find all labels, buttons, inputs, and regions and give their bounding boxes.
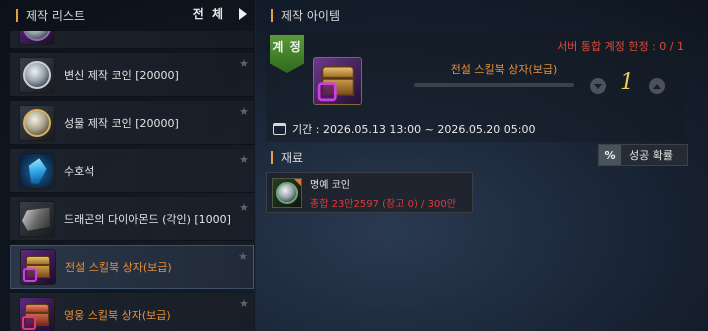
item-chest-icon[interactable]	[313, 57, 362, 105]
title-accent-bar	[16, 9, 18, 22]
materials-title: 재료	[271, 149, 303, 166]
quantity-value: 1	[620, 70, 634, 95]
coin-icon	[19, 56, 55, 93]
favorite-star-icon[interactable]: ★	[238, 250, 248, 263]
gold-coin-icon	[19, 104, 55, 141]
list-item-label: 성물 제작 코인 [20000]	[64, 116, 179, 130]
percent-icon: %	[599, 145, 621, 165]
filter-all-button[interactable]: 전 체	[193, 5, 247, 22]
list-item[interactable]: 변신 제작 코인 [20000] ★	[10, 53, 254, 97]
chevron-down-icon	[594, 83, 602, 89]
list-item-label: 변신 제작 코인 [20000]	[64, 68, 179, 82]
calendar-icon	[273, 123, 286, 135]
blue-gem-icon	[19, 152, 55, 189]
favorite-star-icon[interactable]: ★	[239, 153, 249, 166]
item-name-underline	[414, 83, 574, 87]
list-item-label: 전설 스킬북 상자(보급)	[65, 261, 172, 274]
chest-icon	[19, 296, 55, 331]
honor-coin-icon	[272, 177, 302, 208]
favorite-star-icon[interactable]: ★	[239, 201, 249, 214]
favorite-star-icon[interactable]: ★	[239, 297, 249, 310]
corner-badge-icon	[294, 178, 301, 186]
craft-list[interactable]: 변신 제작 코인 [20000] ★ 성물 제작 코인 [20000] ★ 수호…	[10, 31, 254, 331]
server-limit-text: 서버 통합 계정 한정 : 0 / 1	[557, 40, 684, 53]
list-item-label: 드래곤의 다이아몬드 (각인) [1000]	[64, 212, 231, 226]
favorite-star-icon[interactable]: ★	[239, 57, 249, 70]
list-item[interactable]: 수호석 ★	[10, 149, 254, 193]
craft-item-title-text: 제작 아이템	[281, 9, 341, 23]
favorite-star-icon[interactable]: ★	[239, 105, 249, 118]
material-count: 총합 23만2597 (창고 0) / 300만	[310, 198, 456, 210]
title-accent-bar	[271, 9, 273, 22]
success-rate-button[interactable]: % 성공 확률	[598, 144, 688, 166]
item-name: 전설 스킬북 상자(보급)	[450, 63, 558, 76]
craft-list-panel: 제작 리스트 전 체 변신 제작 코인 [20000] ★ 성물 제작 코인 […	[0, 0, 256, 331]
list-item-selected[interactable]: 전설 스킬북 상자(보급) ★	[10, 245, 254, 289]
list-item[interactable]	[10, 31, 254, 49]
material-name: 명예 코인	[310, 179, 350, 191]
materials-title-text: 재료	[281, 151, 304, 165]
material-item[interactable]: 명예 코인 총합 23만2597 (창고 0) / 300만	[266, 172, 473, 213]
title-accent-bar	[271, 151, 273, 164]
quantity-decrease-button[interactable]	[590, 78, 606, 94]
list-item-label: 영웅 스킬북 상자(보급)	[64, 308, 171, 322]
success-rate-label: 성공 확률	[629, 149, 673, 162]
quantity-increase-button[interactable]	[649, 78, 665, 94]
chest-icon	[20, 249, 56, 285]
craft-list-title-text: 제작 리스트	[26, 9, 86, 23]
play-arrow-icon	[239, 7, 247, 20]
diamond-icon	[19, 200, 55, 237]
list-item[interactable]: 성물 제작 코인 [20000] ★	[10, 101, 254, 145]
list-item[interactable]: 영웅 스킬북 상자(보급) ★	[10, 293, 254, 331]
coin-icon	[19, 31, 55, 45]
list-item-label: 수호석	[64, 164, 95, 178]
list-item[interactable]: 드래곤의 다이아몬드 (각인) [1000] ★	[10, 197, 254, 241]
period-row: 기간 : 2026.05.13 13:00 ~ 2026.05.20 05:00	[273, 121, 536, 137]
chevron-up-icon	[653, 83, 661, 89]
filter-label: 전 체	[192, 7, 225, 21]
period-text: 기간 : 2026.05.13 13:00 ~ 2026.05.20 05:00	[292, 123, 536, 136]
craft-list-title: 제작 리스트	[16, 7, 85, 24]
craft-item-title: 제작 아이템	[271, 7, 340, 24]
